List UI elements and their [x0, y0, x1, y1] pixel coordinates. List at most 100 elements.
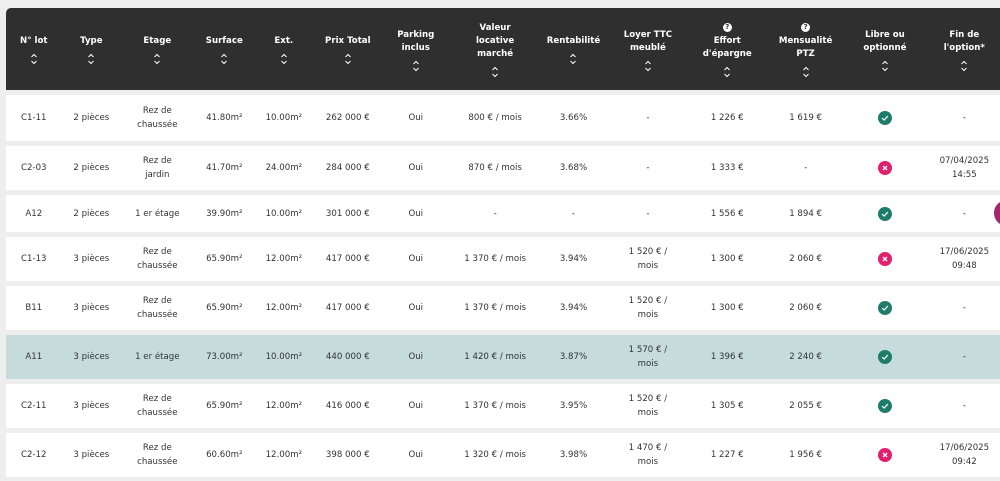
- cell-rentabilite: 3.94%: [542, 286, 606, 330]
- available-check-icon: [877, 350, 892, 364]
- cell-prix: 262 000 €: [313, 95, 383, 141]
- cell-value: 1 300 €: [710, 303, 744, 313]
- column-header-parking[interactable]: Parking inclus: [383, 8, 448, 90]
- cell-line: 1 520 € /: [628, 247, 668, 257]
- cell-value: 1 227 €: [710, 450, 744, 460]
- cell-fin: -: [923, 95, 1000, 141]
- cell-value: 2 055 €: [789, 401, 823, 411]
- column-header-loyer[interactable]: Loyer TTC meublé: [605, 8, 690, 90]
- cell-line: Rez de: [142, 156, 172, 166]
- table-row[interactable]: C2-11 3 pièces Rez de chaussée 65.90m² 12.00m…: [6, 384, 1000, 428]
- column-header-effort[interactable]: ? Effort d'épargne: [691, 8, 764, 90]
- cell-ext: 24.00m²: [255, 146, 313, 190]
- cell-lines: 870 € / mois: [468, 161, 521, 175]
- cell-value: 2 pièces: [73, 113, 110, 123]
- cell-line: -: [646, 208, 650, 219]
- column-header-etage[interactable]: Etage: [121, 8, 193, 90]
- cell-lines: -: [646, 207, 649, 221]
- column-header-libre[interactable]: Libre ou optionné: [847, 8, 922, 90]
- cell-prix: 301 000 €: [313, 195, 383, 232]
- sort-icon[interactable]: [87, 53, 95, 65]
- cell-value: Oui: [408, 303, 424, 313]
- sort-icon[interactable]: [569, 53, 577, 65]
- cell-line: mois: [637, 310, 659, 320]
- column-header-prix[interactable]: Prix Total: [313, 8, 383, 90]
- cell-lines: 1 420 € / mois: [464, 350, 526, 364]
- cell-value: 417 000 €: [325, 254, 370, 264]
- cell-loyer: 1 520 € / mois: [605, 384, 690, 428]
- table-row[interactable]: C2-12 3 pièces Rez de chaussée 60.60m² 12.00m…: [6, 433, 1000, 477]
- sort-icon[interactable]: [344, 53, 352, 65]
- cell-value: 3.98%: [559, 450, 588, 460]
- cell-value: C2-11: [21, 401, 47, 411]
- cell-libre: [847, 335, 922, 379]
- sort-icon[interactable]: [723, 66, 731, 78]
- cell-parking: Oui: [383, 195, 448, 232]
- sort-icon[interactable]: [280, 53, 288, 65]
- cell-rentabilite: 3.87%: [542, 335, 606, 379]
- column-header-surface[interactable]: Surface: [194, 8, 256, 90]
- cell-type: 3 pièces: [62, 237, 122, 281]
- column-header-label: locative: [475, 36, 515, 46]
- cell-surface: 65.90m²: [194, 384, 256, 428]
- table-row[interactable]: A12 2 pièces 1 er étage 39.90m² 10.00m² 301 0…: [6, 195, 1000, 232]
- cell-mensualite: 1 619 €: [764, 95, 847, 141]
- sort-icon[interactable]: [153, 53, 161, 65]
- cell-line: 1 320 € / mois: [464, 450, 526, 460]
- table-row[interactable]: A11 3 pièces 1 er étage 73.00m² 10.00m² 440 0…: [6, 335, 1000, 379]
- sort-icon[interactable]: [220, 53, 228, 65]
- table-row[interactable]: C1-13 3 pièces Rez de chaussée 65.90m² 12.00m…: [6, 237, 1000, 281]
- sort-icon[interactable]: [644, 60, 652, 72]
- cell-line: 1 er étage: [135, 208, 180, 219]
- cell-prix: 417 000 €: [313, 286, 383, 330]
- cell-value: 398 000 €: [325, 450, 370, 460]
- cell-value: 65.90m²: [206, 254, 243, 264]
- cell-value: -: [571, 208, 576, 219]
- sort-icon[interactable]: [491, 66, 499, 78]
- table-row[interactable]: C2-03 2 pièces Rez de jardin 41.70m² 24.00m² 2…: [6, 146, 1000, 190]
- column-header-rentabilite[interactable]: Rentabilité: [542, 8, 605, 90]
- cell-etage: Rez de chaussée: [121, 433, 193, 477]
- cell-ext: 10.00m²: [255, 335, 313, 379]
- column-header-mensualite[interactable]: ? Mensualité PTZ: [764, 8, 847, 90]
- cell-line: mois: [637, 261, 659, 271]
- cell-fin: -: [923, 195, 1000, 232]
- cell-line: -: [493, 208, 497, 219]
- cell-lot: A12: [6, 195, 62, 232]
- cell-value: B11: [25, 303, 43, 313]
- column-header-type[interactable]: Type: [62, 8, 122, 90]
- cell-line: -: [646, 163, 650, 173]
- column-header-valeur[interactable]: Valeur locative marché: [448, 8, 541, 90]
- info-icon[interactable]: ?: [722, 22, 732, 32]
- cell-effort: 1 305 €: [691, 384, 764, 428]
- table-row[interactable]: C1-11 2 pièces Rez de chaussée 41.80m² 10.00m…: [6, 95, 1000, 141]
- cell-lines: -: [963, 350, 966, 364]
- cell-value: 1 300 €: [710, 254, 744, 264]
- available-check-icon: [877, 301, 892, 315]
- cell-value: C2-03: [21, 163, 47, 173]
- cell-value: 3 pièces: [73, 401, 110, 411]
- table-row[interactable]: B11 3 pièces Rez de chaussée 65.90m² 12.00m² 4…: [6, 286, 1000, 330]
- cell-valeur: 870 € / mois: [449, 146, 542, 190]
- cell-mensualite: 1 894 €: [764, 195, 847, 232]
- column-header-label: N° lot: [20, 36, 48, 46]
- cell-line: Rez de: [142, 296, 172, 306]
- cell-surface: 41.80m²: [194, 95, 256, 141]
- cell-valeur: 1 370 € / mois: [449, 384, 542, 428]
- sort-icon[interactable]: [960, 60, 968, 72]
- cell-lines: 1 er étage: [135, 207, 179, 221]
- cell-line: 17/06/2025: [939, 247, 990, 257]
- cell-lines: Rez de chaussée: [137, 294, 177, 322]
- sort-icon[interactable]: [412, 60, 420, 72]
- column-header-fin[interactable]: Fin de l'option*: [923, 8, 1000, 90]
- sort-icon[interactable]: [881, 60, 889, 72]
- sort-icon[interactable]: [802, 66, 810, 78]
- column-header-ext[interactable]: Ext.: [255, 8, 313, 90]
- column-header-label: Ext.: [274, 36, 294, 46]
- cell-lines: 07/04/2025 14:55: [940, 154, 990, 182]
- column-header-lot[interactable]: N° lot: [6, 8, 62, 90]
- cell-value: Oui: [408, 254, 424, 264]
- sort-icon[interactable]: [30, 53, 38, 65]
- cell-value: A11: [25, 352, 43, 362]
- info-icon[interactable]: ?: [801, 22, 811, 32]
